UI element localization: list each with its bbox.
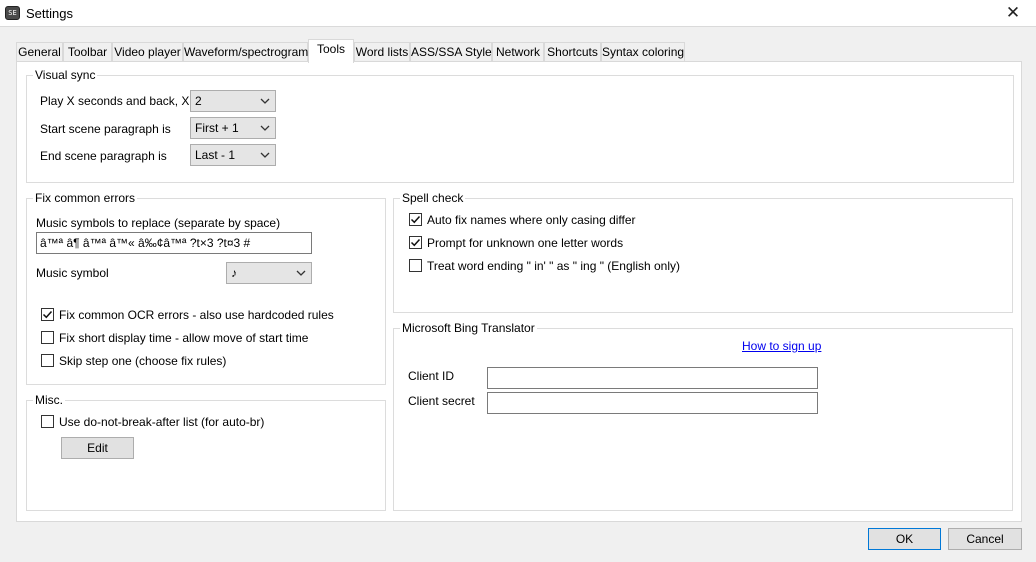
start-scene-label: Start scene paragraph is — [40, 122, 171, 136]
spell-check-title: Spell check — [400, 191, 466, 205]
tab-syntax-coloring[interactable]: Syntax coloring — [601, 42, 685, 62]
end-scene-label: End scene paragraph is — [40, 149, 167, 163]
tools-tab-page: Visual sync Play X seconds and back, X i… — [16, 61, 1022, 522]
client-secret-input[interactable] — [487, 392, 818, 414]
misc-group: Misc. Use do-not-break-after list (for a… — [26, 393, 386, 511]
spell-check-group: Spell check Auto fix names where only ca… — [393, 191, 1013, 313]
how-to-sign-up-link[interactable]: How to sign up — [742, 339, 821, 353]
window-title: Settings — [26, 6, 73, 21]
prompt-one-letter-checkbox[interactable] — [409, 236, 422, 249]
chevron-down-icon — [260, 125, 270, 131]
close-icon[interactable]: ✕ — [998, 2, 1028, 24]
bing-translator-title: Microsoft Bing Translator — [400, 321, 537, 335]
music-symbols-input[interactable]: â™ª â¶ â™ª â™« â‰¢â™ª ?t×3 ?t¤3 # — [36, 232, 312, 254]
skip-step-one-checkbox[interactable] — [41, 354, 54, 367]
fix-ocr-label[interactable]: Fix common OCR errors - also use hardcod… — [59, 308, 334, 322]
tab-toolbar[interactable]: Toolbar — [63, 42, 112, 62]
app-logo-icon: SE — [5, 6, 20, 20]
fix-short-display-label[interactable]: Fix short display time - allow move of s… — [59, 331, 308, 345]
client-id-input[interactable] — [487, 367, 818, 389]
music-symbol-value: ♪ — [231, 266, 237, 280]
misc-title: Misc. — [33, 393, 65, 407]
chevron-down-icon — [260, 152, 270, 158]
auto-fix-names-checkbox[interactable] — [409, 213, 422, 226]
tab-tools[interactable]: Tools — [308, 39, 354, 63]
tab-ass-ssa-style[interactable]: ASS/SSA Style — [410, 42, 492, 62]
tab-video-player[interactable]: Video player — [112, 42, 183, 62]
client-secret-label: Client secret — [408, 394, 475, 408]
checkmark-icon — [410, 238, 421, 247]
tab-word-lists[interactable]: Word lists — [354, 42, 410, 62]
edit-button[interactable]: Edit — [61, 437, 134, 459]
music-symbol-combo[interactable]: ♪ — [226, 262, 312, 284]
title-bar: SE Settings ✕ — [0, 0, 1036, 27]
play-seconds-combo[interactable]: 2 — [190, 90, 276, 112]
do-not-break-checkbox[interactable] — [41, 415, 54, 428]
fix-ocr-checkbox[interactable] — [41, 308, 54, 321]
chevron-down-icon — [260, 98, 270, 104]
skip-step-one-label[interactable]: Skip step one (choose fix rules) — [59, 354, 226, 368]
treat-word-ending-checkbox[interactable] — [409, 259, 422, 272]
treat-word-ending-label[interactable]: Treat word ending " in' " as " ing " (En… — [427, 259, 680, 273]
fix-short-display-checkbox[interactable] — [41, 331, 54, 344]
tab-general[interactable]: General — [16, 42, 63, 62]
play-seconds-value: 2 — [195, 94, 202, 108]
cancel-button[interactable]: Cancel — [948, 528, 1022, 550]
bing-translator-group: Microsoft Bing Translator How to sign up… — [393, 321, 1013, 511]
start-scene-value: First + 1 — [195, 121, 239, 135]
auto-fix-names-label[interactable]: Auto fix names where only casing differ — [427, 213, 636, 227]
start-scene-combo[interactable]: First + 1 — [190, 117, 276, 139]
visual-sync-title: Visual sync — [33, 68, 98, 82]
checkmark-icon — [410, 215, 421, 224]
visual-sync-group: Visual sync Play X seconds and back, X i… — [26, 68, 1014, 183]
fix-common-errors-group: Fix common errors Music symbols to repla… — [26, 191, 386, 385]
chevron-down-icon — [296, 270, 306, 276]
checkmark-icon — [42, 310, 53, 319]
client-id-label: Client ID — [408, 369, 455, 383]
end-scene-value: Last - 1 — [195, 148, 236, 162]
tab-shortcuts[interactable]: Shortcuts — [544, 42, 601, 62]
prompt-one-letter-label[interactable]: Prompt for unknown one letter words — [427, 236, 623, 250]
play-seconds-label: Play X seconds and back, X is — [40, 94, 202, 108]
ok-button[interactable]: OK — [868, 528, 941, 550]
tab-waveform[interactable]: Waveform/spectrogram — [183, 42, 308, 62]
tab-network[interactable]: Network — [492, 42, 544, 62]
fix-common-errors-title: Fix common errors — [33, 191, 138, 205]
music-symbol-label: Music symbol — [36, 266, 109, 280]
end-scene-combo[interactable]: Last - 1 — [190, 144, 276, 166]
do-not-break-label[interactable]: Use do-not-break-after list (for auto-br… — [59, 415, 264, 429]
music-symbols-label: Music symbols to replace (separate by sp… — [36, 216, 281, 230]
